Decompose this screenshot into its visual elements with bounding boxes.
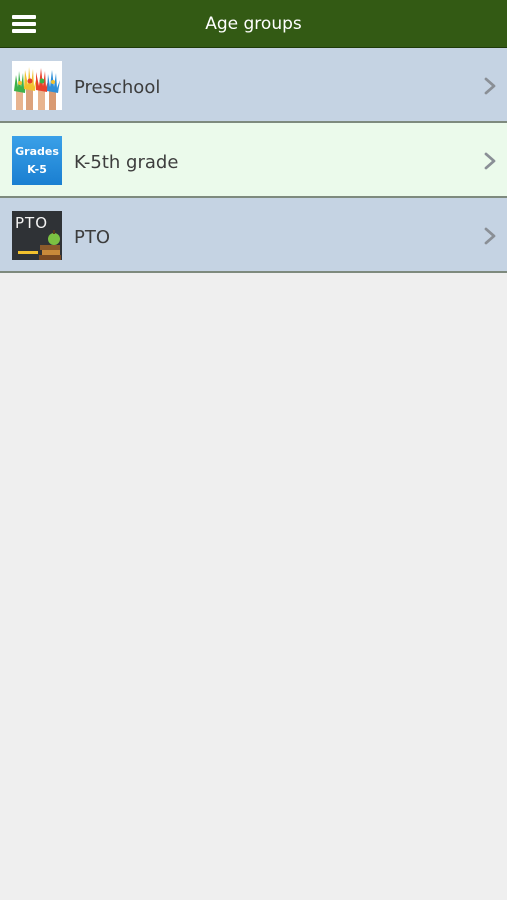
list-item-label: Preschool xyxy=(74,77,161,98)
grades-k5-icon: Grades K-5 xyxy=(12,136,62,185)
app-screen: Age groups Preschool Grades K-5 K-5th gr… xyxy=(0,0,507,900)
pto-chalkboard-icon: PTO xyxy=(12,211,62,260)
age-group-list: Preschool Grades K-5 K-5th grade PTO PTO xyxy=(0,48,507,273)
list-item-label: PTO xyxy=(74,227,111,248)
chevron-right-icon xyxy=(484,227,496,245)
list-item-preschool[interactable]: Preschool xyxy=(0,48,507,123)
thumb-text-pto: PTO xyxy=(15,214,49,232)
thumb-text-grades: Grades xyxy=(15,145,59,158)
thumb-text-k5: K-5 xyxy=(27,163,47,176)
list-item-pto[interactable]: PTO PTO xyxy=(0,198,507,273)
list-item-k5th-grade[interactable]: Grades K-5 K-5th grade xyxy=(0,123,507,198)
painted-hands-icon xyxy=(12,61,62,110)
top-bar: Age groups xyxy=(0,0,507,48)
chevron-right-icon xyxy=(484,152,496,170)
painted-hands-image xyxy=(12,61,62,110)
list-item-label: K-5th grade xyxy=(74,152,179,173)
chevron-right-icon xyxy=(484,77,496,95)
page-title: Age groups xyxy=(205,14,302,34)
